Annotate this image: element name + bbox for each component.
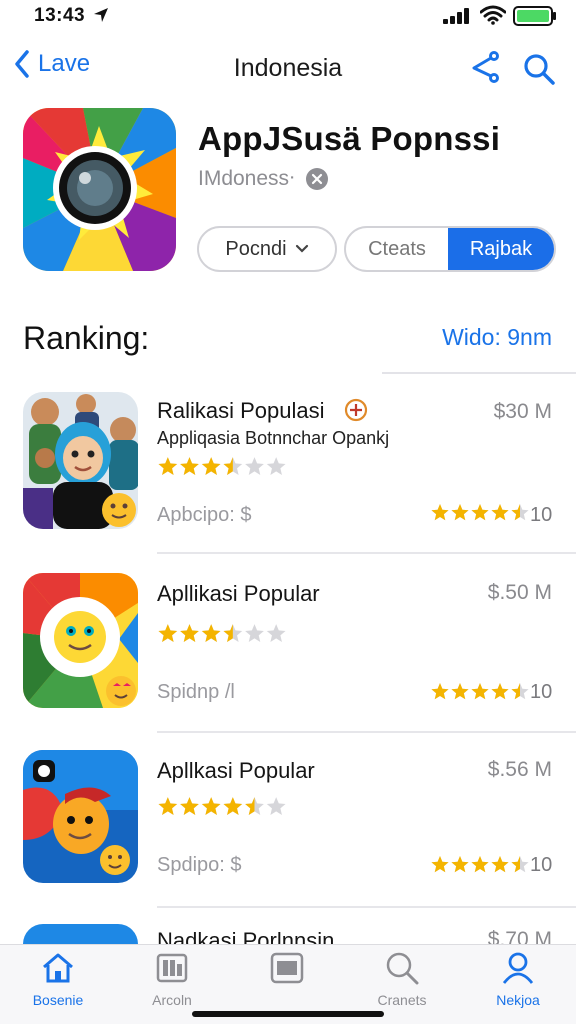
tab-games[interactable] [237,951,337,992]
star-filled [471,683,489,700]
star-filled [180,457,199,475]
segment-right-selected[interactable]: Rajbak [448,228,554,270]
battery-icon [513,6,557,31]
section-title: Ranking: [23,320,150,356]
app-price: $.56 M [487,758,552,781]
star-filled [158,797,178,815]
star-empty [266,797,286,815]
app-category: Spdipo: $ [157,854,242,876]
search-icon [386,952,419,985]
status-time: 13:43 [34,5,86,26]
list-item[interactable]: Apllkasi Popular $.56 M Spdipo: $ 10 [0,750,576,908]
rating-stars [431,504,529,521]
rating-stars [431,856,529,873]
star-filled [491,683,509,700]
tab-home[interactable]: Bosenie [8,951,108,1008]
app-icon [23,924,138,944]
tab-label: Bosenie [32,992,84,1008]
star-filled [158,457,178,475]
rating-stars [158,797,286,815]
section-link[interactable]: Wido: 9nm [442,324,552,351]
star-filled [431,856,449,873]
star-filled [451,856,469,873]
plus-badge-icon [344,398,368,422]
divider [382,372,576,374]
tab-label: Cranets [377,992,427,1008]
star-empty [245,624,264,642]
list-item[interactable]: Nadkasi Porlnnsin $.70 M [0,924,576,944]
star-filled [451,683,469,700]
rating-count: 10 [530,681,553,703]
cellular-signal-icon [443,8,471,29]
segmented-control: Cteats Rajbak [344,226,556,272]
wifi-icon [479,5,507,30]
divider [157,731,576,733]
app-name: Nadkasi Porlnnsin [157,928,335,944]
app-name: Apllikasi Popular [157,581,320,606]
star-filled [180,797,199,815]
app-icon [23,392,138,529]
star-empty [266,457,286,475]
search-icon[interactable] [522,52,556,91]
star-filled [431,683,449,700]
list-item[interactable]: Apllikasi Popular $.50 M Spidnp /l 10 [0,573,576,733]
close-icon[interactable] [306,167,329,190]
star-filled [471,856,489,873]
tab-apps[interactable]: Arcoln [122,951,222,1008]
star-filled [223,797,243,815]
featured-app-region: IMdonessᐧ [198,167,295,190]
apps-icon [156,953,188,983]
list-item[interactable]: Ralikasi Populasi $30 M Appliqasia Botnn… [0,392,576,554]
status-bar: 13:43 [0,0,576,34]
rating-stars [158,624,286,642]
star-filled [180,624,199,642]
share-icon[interactable] [468,50,502,89]
divider [157,906,576,908]
app-category: Apbcipo: $ [157,504,252,526]
tab-label: Nekjoa [496,992,540,1008]
star-filled [201,797,221,815]
product-filter-label: Pocndi [225,237,287,260]
star-filled [491,504,509,521]
home-icon [43,953,73,983]
profile-icon [502,952,534,984]
app-name: Apllkasi Popular [157,758,315,783]
featured-app-subtitle: IMdonessᐧ [198,166,329,191]
star-empty [266,624,286,642]
star-filled [491,856,509,873]
location-arrow-icon [92,6,110,29]
star-filled [201,457,221,475]
rating-stars [431,683,529,700]
rating-count: 10 [530,854,553,876]
tab-profile[interactable]: Nekjoa [468,951,568,1008]
games-icon [270,952,304,984]
app-name: Ralikasi Populasi [157,398,325,423]
app-icon [23,750,138,883]
app-price: $.50 M [487,581,552,604]
home-indicator [192,1011,384,1017]
star-filled [431,504,449,521]
featured-app-icon[interactable] [23,108,176,271]
app-category: Spidnp /l [157,681,235,703]
app-description: Appliqasia Botnnchar Opankj [157,428,390,448]
star-filled [471,504,489,521]
segment-left[interactable]: Cteats [346,228,448,270]
rating-stars [158,457,286,475]
star-filled [158,624,178,642]
app-price: $30 M [493,400,552,423]
featured-app-title: AppJSusä Popnssi [198,120,501,157]
tab-label: Arcoln [152,992,192,1008]
tab-search[interactable]: Cranets [352,951,452,1008]
star-empty [245,457,264,475]
product-filter-dropdown[interactable]: Pocndi [197,226,337,272]
navigation-bar: Lave Indonesia [0,40,576,96]
divider [157,552,576,554]
chevron-down-icon [295,244,308,253]
rating-count: 10 [530,504,553,526]
app-icon [23,573,138,708]
star-filled [201,624,221,642]
app-price: $.70 M [487,928,552,944]
star-filled [451,504,469,521]
